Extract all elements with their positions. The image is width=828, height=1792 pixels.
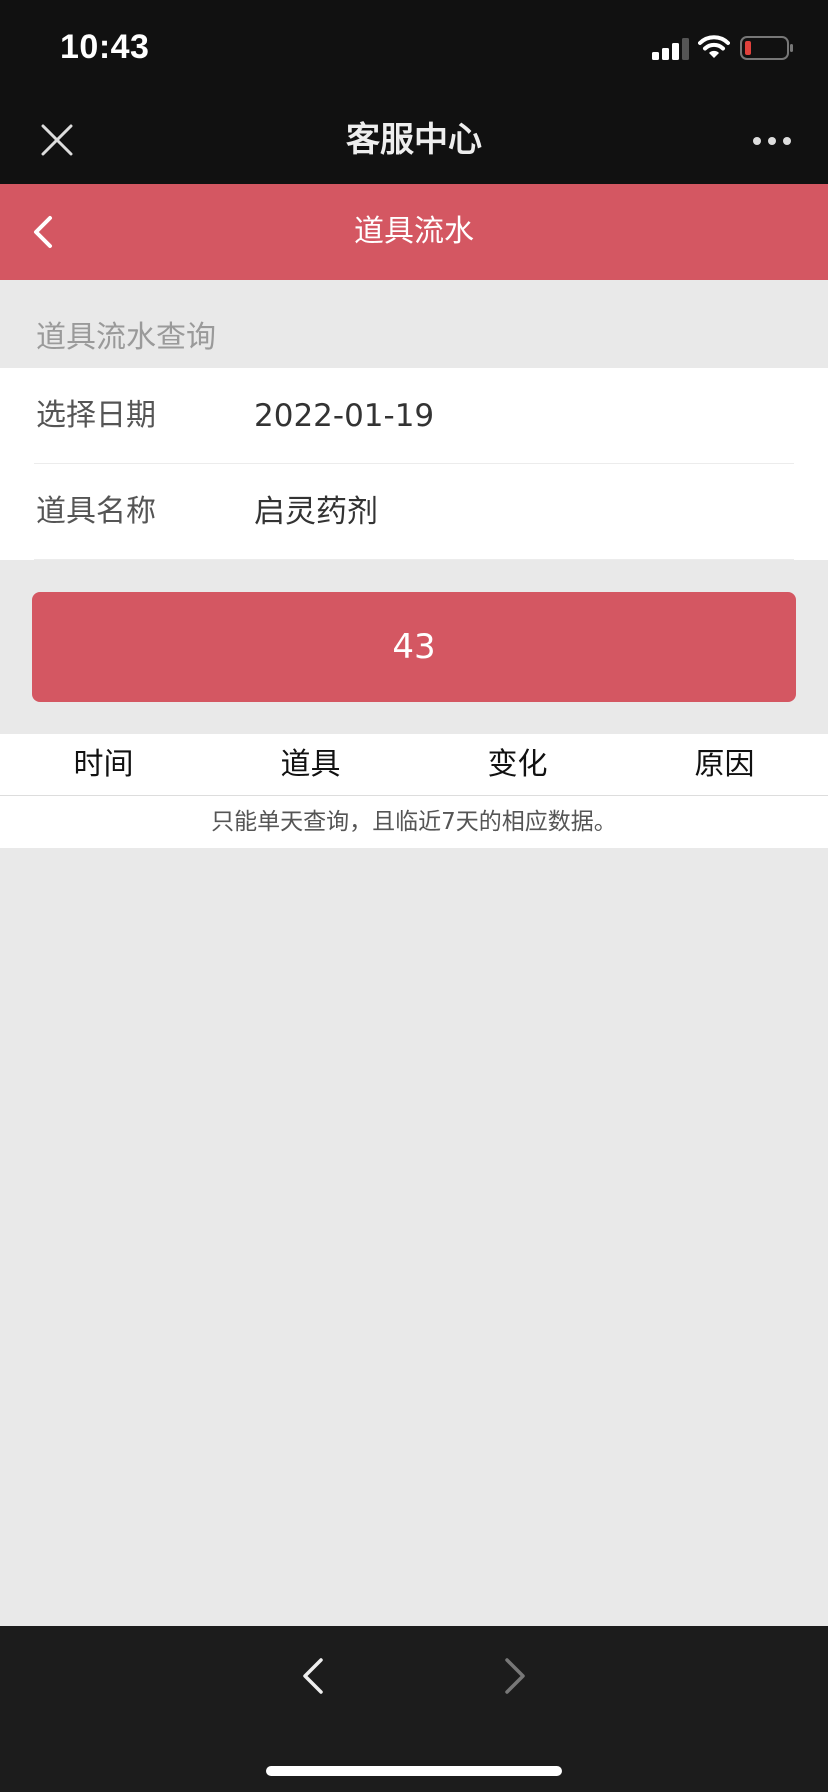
- page-header: 道具流水: [0, 184, 828, 280]
- section-label: 道具流水查询: [36, 320, 216, 355]
- date-picker[interactable]: 2022-01-19: [254, 368, 434, 464]
- table-header: 时间 道具 变化 原因: [0, 734, 828, 796]
- status-bar: 10:43: [0, 0, 828, 96]
- battery-low-icon: [740, 36, 793, 60]
- nav-bar: 客服中心: [0, 96, 828, 184]
- query-button[interactable]: 43: [32, 592, 796, 702]
- item-label: 道具名称: [36, 494, 156, 529]
- column-header-change: 变化: [487, 747, 548, 782]
- nav-title: 客服中心: [346, 120, 482, 160]
- more-dots-icon[interactable]: [752, 136, 792, 146]
- column-header-reason: 原因: [694, 747, 755, 782]
- signal-icon: [652, 38, 689, 60]
- status-time: 10:43: [60, 28, 150, 66]
- date-row[interactable]: 选择日期 2022-01-19: [34, 368, 794, 464]
- item-select[interactable]: 启灵药剂: [254, 464, 378, 560]
- browser-back-icon[interactable]: [300, 1656, 326, 1696]
- date-label: 选择日期: [36, 398, 156, 433]
- table-note: 只能单天查询，且临近7天的相应数据。: [0, 796, 828, 848]
- bottom-toolbar: [0, 1626, 828, 1792]
- browser-forward-icon[interactable]: [502, 1656, 528, 1696]
- item-row[interactable]: 道具名称 启灵药剂: [34, 464, 794, 560]
- column-header-item: 道具: [280, 747, 341, 782]
- query-form: 选择日期 2022-01-19 道具名称 启灵药剂: [0, 368, 828, 560]
- home-indicator[interactable]: [266, 1766, 562, 1776]
- wifi-icon: [698, 35, 730, 58]
- page-title: 道具流水: [354, 214, 474, 249]
- column-header-time: 时间: [73, 747, 134, 782]
- page: 10:43 客服中心 道具流水 道具流水查询 选择日期 2022-01-19 道…: [0, 0, 828, 1792]
